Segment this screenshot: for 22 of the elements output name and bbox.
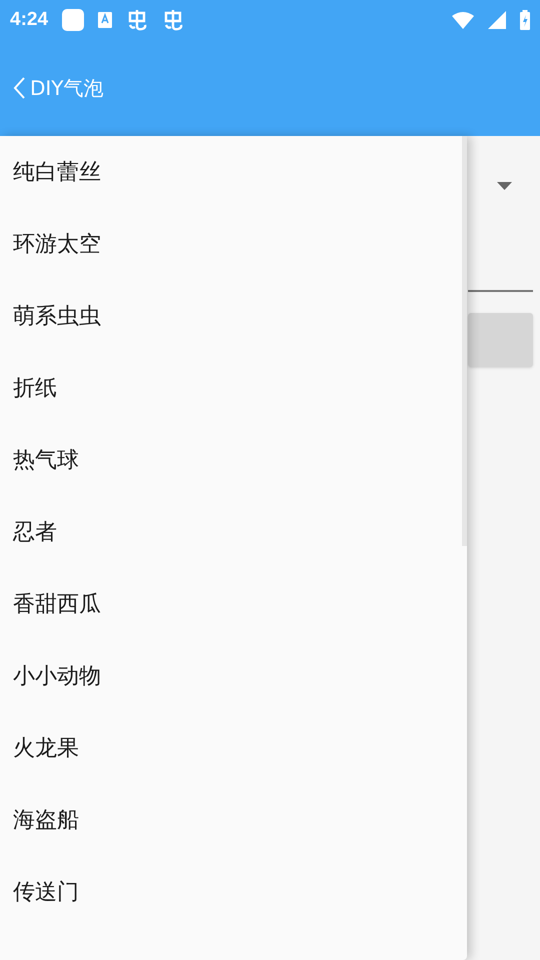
signal-icon	[488, 11, 506, 29]
back-icon	[12, 76, 26, 100]
battery-icon	[520, 10, 530, 30]
menu-item[interactable]: 传送门	[13, 876, 79, 908]
bug-icon	[126, 9, 148, 31]
status-time: 4:24	[10, 8, 48, 32]
app-square-icon	[62, 9, 84, 31]
menu-item[interactable]: 火龙果	[13, 732, 79, 764]
action-button[interactable]	[468, 313, 533, 367]
menu-item[interactable]: 小小动物	[13, 660, 101, 692]
menu-item[interactable]: 折纸	[13, 372, 57, 404]
dropdown-caret-icon	[497, 182, 512, 190]
menu-item[interactable]: 纯白蕾丝	[13, 156, 101, 188]
bug-icon	[162, 9, 184, 31]
wifi-icon	[452, 12, 474, 28]
translate-icon	[98, 12, 112, 28]
menu-item[interactable]: 海盗船	[13, 804, 79, 836]
menu-item[interactable]: 热气球	[13, 444, 79, 476]
menu-item[interactable]: 香甜西瓜	[13, 588, 101, 620]
menu-item[interactable]: 忍者	[13, 516, 57, 548]
menu-item[interactable]: 萌系虫虫	[13, 300, 101, 332]
menu-item[interactable]: 环游太空	[13, 228, 101, 260]
